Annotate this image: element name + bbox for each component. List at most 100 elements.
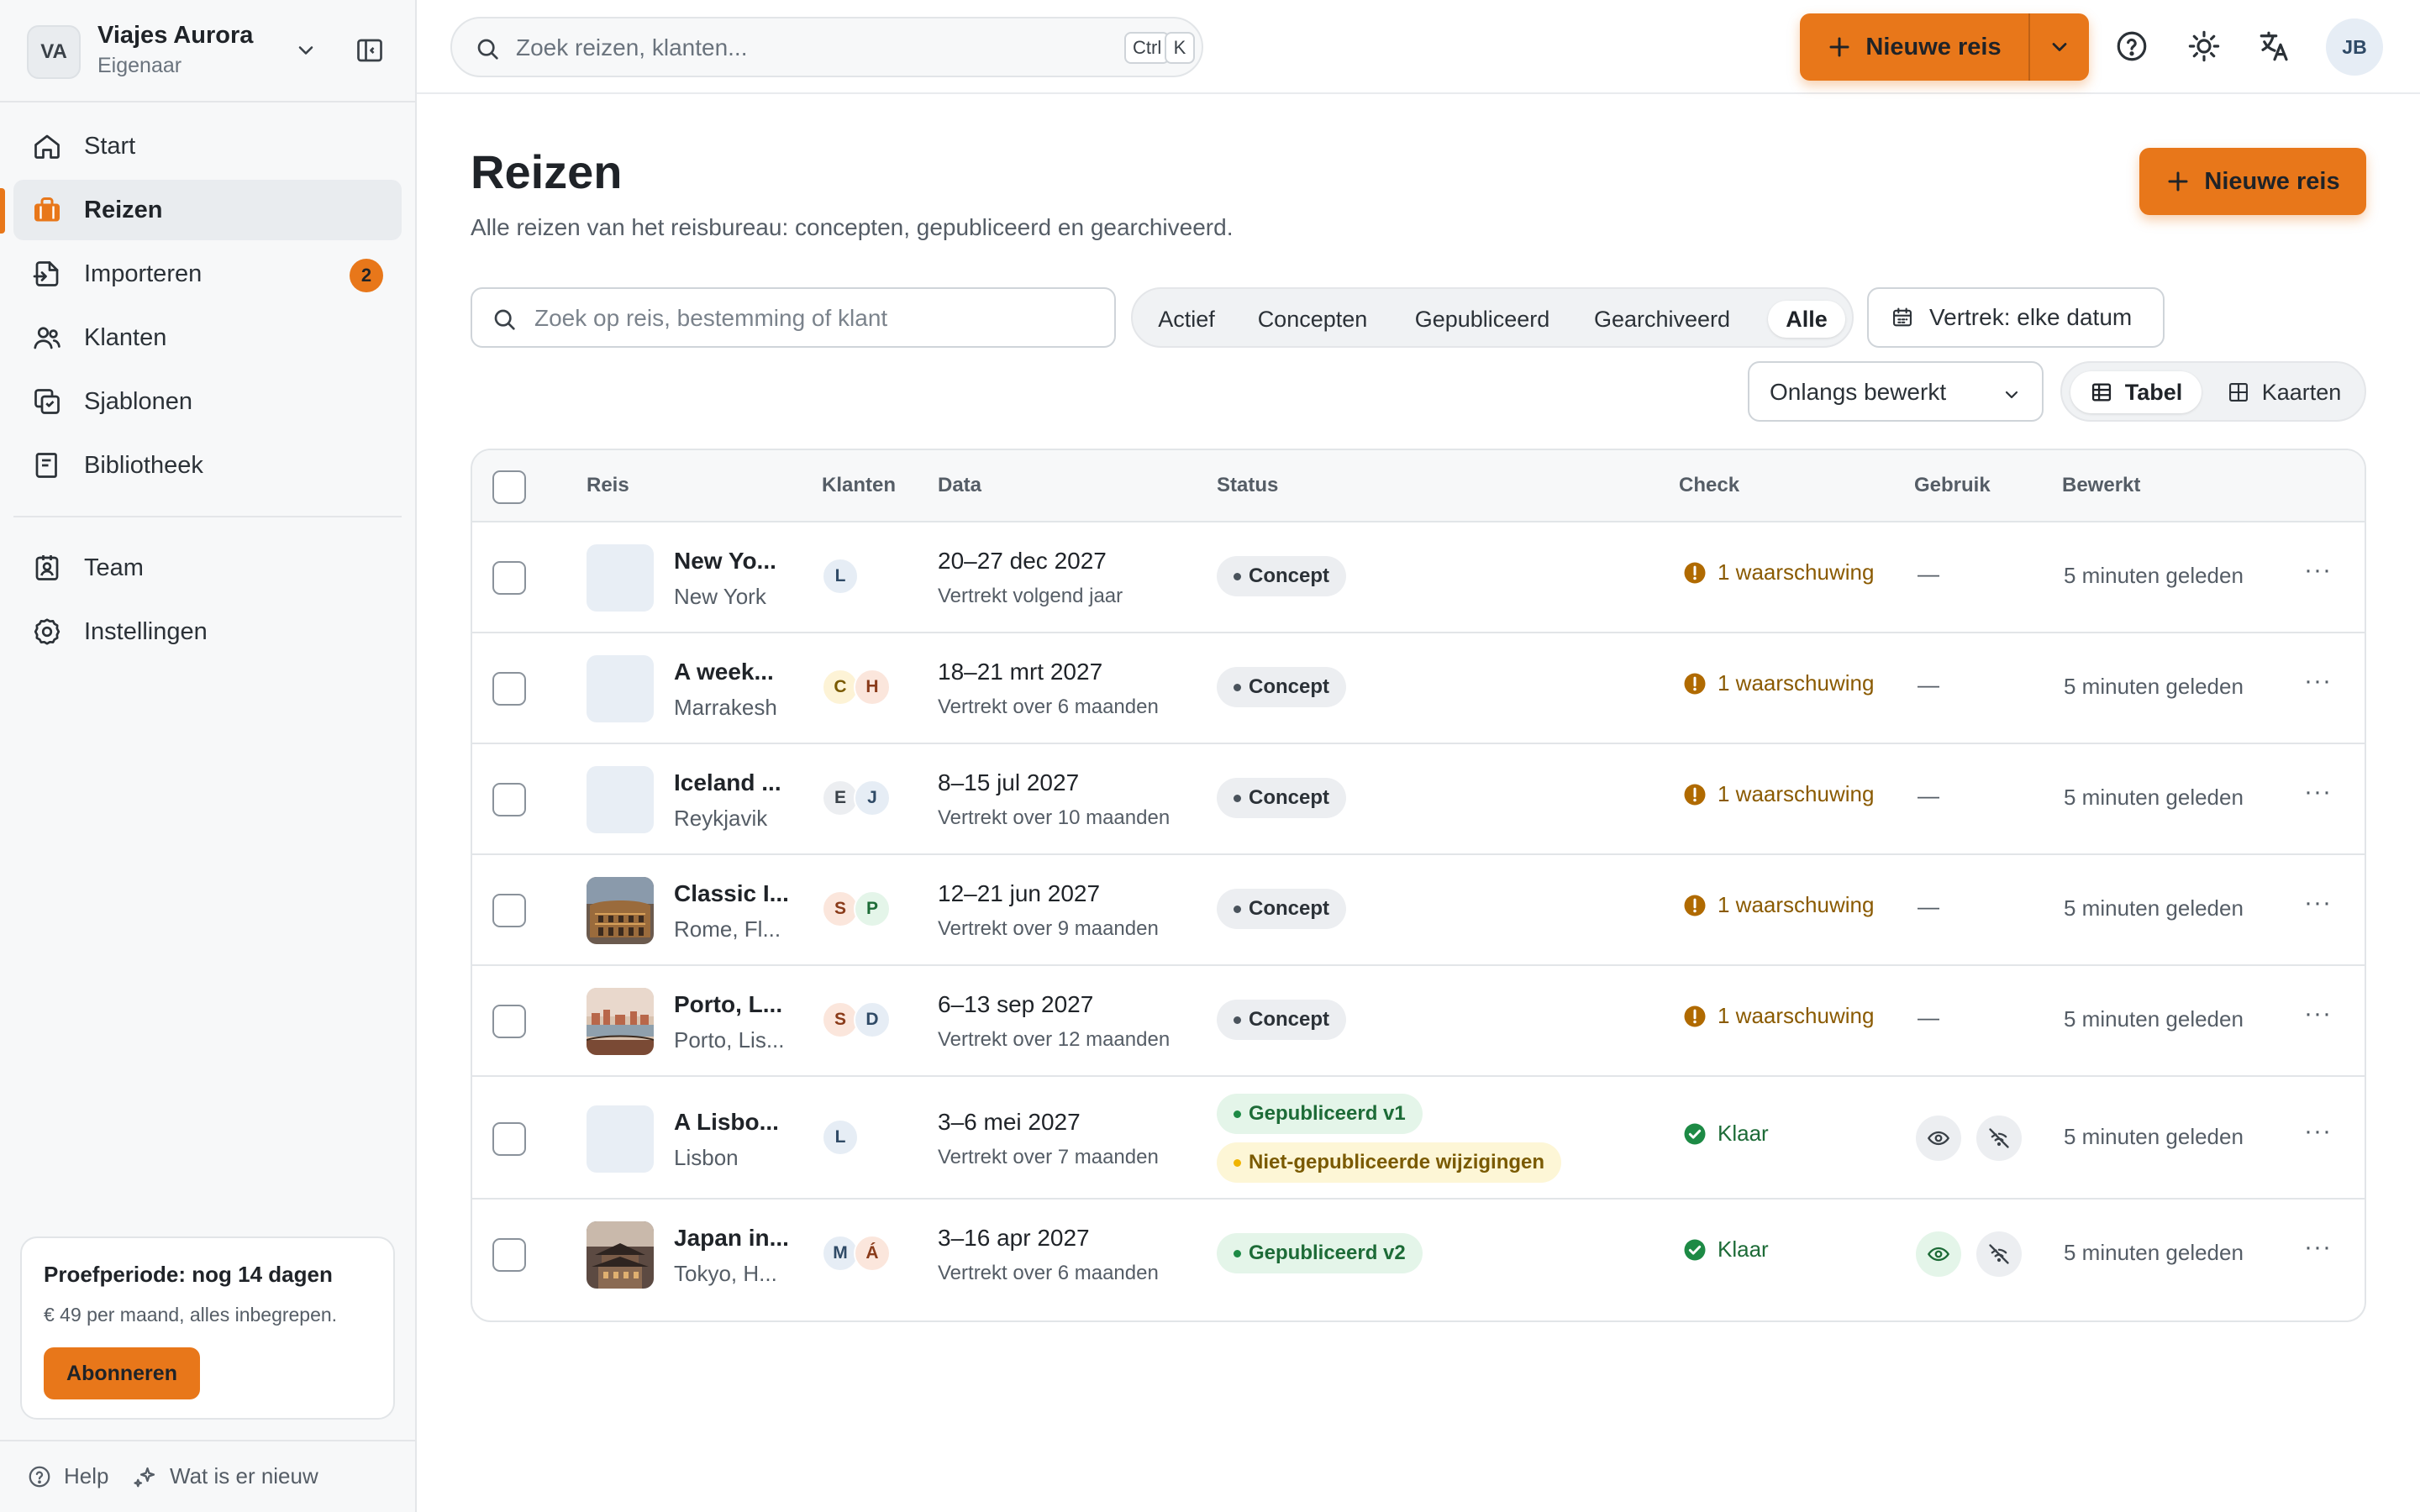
row-more-button[interactable]: ··· (2304, 1117, 2332, 1146)
offline-toggle-button[interactable] (1976, 1116, 2022, 1161)
row-more-button[interactable]: ··· (2304, 778, 2332, 806)
view-table-button[interactable]: Tabel (2070, 371, 2202, 413)
row-checkbox[interactable] (492, 894, 526, 927)
table-row[interactable]: Classic I... Rome, Fl... S P 12–21 jun 2… (472, 855, 2365, 966)
sidebar-item-start[interactable]: Start (13, 116, 402, 176)
sidebar-item-trips[interactable]: Reizen (13, 180, 402, 240)
check-warning[interactable]: 1 waarschuwing (1682, 781, 1874, 807)
trip-destination: Marrakesh (674, 695, 777, 720)
global-search-input[interactable]: Zoek reizen, klanten... Ctrl K (450, 17, 1203, 77)
select-all-checkbox[interactable] (492, 470, 526, 504)
table-row[interactable]: Iceland ... Reykjavik E J 8–15 jul 2027 … (472, 744, 2365, 855)
sidebar-item-settings[interactable]: Instellingen (13, 601, 402, 662)
sidebar-item-team[interactable]: Team (13, 538, 402, 598)
sidebar-item-templates[interactable]: Sjablonen (13, 371, 402, 432)
column-dates[interactable]: Data (938, 474, 981, 497)
tab-archived[interactable]: Gearchiveerd (1578, 301, 1746, 338)
subscribe-button[interactable]: Abonneren (44, 1347, 200, 1399)
row-checkbox[interactable] (492, 672, 526, 706)
table-row[interactable]: New Yo... New York L 20–27 dec 2027 Vert… (472, 522, 2365, 633)
trip-thumbnail (587, 988, 654, 1055)
translate-icon[interactable] (2257, 29, 2292, 64)
trip-search-placeholder: Zoek op reis, bestemming of klant (534, 305, 888, 331)
check-warning[interactable]: 1 waarschuwing (1682, 892, 1874, 918)
column-usage[interactable]: Gebruik (1914, 474, 1991, 497)
sidebar-item-label: Importeren (84, 260, 203, 287)
workspace-switcher[interactable]: VA Viajes Aurora Eigenaar (27, 20, 397, 81)
sidebar-item-library[interactable]: Bibliotheek (13, 435, 402, 496)
view-cards-button[interactable]: Kaarten (2210, 371, 2358, 413)
new-trip-page-button[interactable]: Nieuwe reis (2139, 148, 2366, 215)
trip-title[interactable]: A week... (674, 659, 774, 685)
client-avatar: D (854, 1001, 891, 1038)
sort-select[interactable]: Onlangs bewerkt (1748, 361, 2044, 422)
help-link[interactable]: Help (27, 1463, 108, 1489)
trip-dates: 18–21 mrt 2027 (938, 659, 1103, 685)
tab-published[interactable]: Gepubliceerd (1400, 301, 1565, 338)
user-avatar[interactable]: JB (2326, 18, 2383, 76)
edited-time: 5 minuten geleden (2064, 1124, 2244, 1149)
trip-title[interactable]: Iceland ... (674, 769, 781, 796)
sidebar-item-clients[interactable]: Klanten (13, 307, 402, 368)
trip-title[interactable]: Classic I... (674, 880, 789, 907)
column-edited[interactable]: Bewerkt (2062, 474, 2140, 497)
trip-title[interactable]: Japan in... (674, 1225, 789, 1252)
users-icon (34, 327, 60, 349)
row-more-button[interactable]: ··· (2304, 667, 2332, 696)
tab-active[interactable]: Actief (1144, 301, 1228, 338)
usage-empty: — (1918, 783, 1939, 808)
new-trip-button[interactable]: Nieuwe reis (1800, 13, 2028, 81)
trip-departure-relative: Vertrekt over 10 maanden (938, 806, 1171, 829)
trip-thumbnail (587, 544, 654, 612)
column-status[interactable]: Status (1217, 474, 1278, 497)
table-row[interactable]: Porto, L... Porto, Lis... S D 6–13 sep 2… (472, 966, 2365, 1077)
new-trip-dropdown-button[interactable] (2030, 13, 2089, 81)
table-row[interactable]: A Lisbo... Lisbon L 3–6 mei 2027 Vertrek… (472, 1077, 2365, 1200)
row-checkbox[interactable] (492, 561, 526, 595)
check-warning[interactable]: 1 waarschuwing (1682, 670, 1874, 696)
page-subtitle: Alle reizen van het reisbureau: concepte… (471, 214, 1234, 240)
sun-icon[interactable] (2186, 29, 2222, 64)
row-more-button[interactable]: ··· (2304, 1233, 2332, 1262)
trip-dates: 20–27 dec 2027 (938, 548, 1107, 574)
sidebar-collapse-icon[interactable] (355, 35, 385, 66)
whats-new-link[interactable]: Wat is er nieuw (133, 1463, 318, 1489)
help-circle-icon[interactable] (2114, 29, 2149, 64)
column-check[interactable]: Check (1679, 474, 1739, 497)
row-checkbox[interactable] (492, 1238, 526, 1272)
colosseum-photo (587, 877, 654, 944)
check-warning[interactable]: 1 waarschuwing (1682, 1003, 1874, 1029)
edited-time: 5 minuten geleden (2064, 895, 2244, 921)
check-warning[interactable]: 1 waarschuwing (1682, 559, 1874, 585)
help-circle-icon (29, 1466, 50, 1487)
row-more-button[interactable]: ··· (2304, 1000, 2332, 1028)
preview-button[interactable] (1916, 1231, 1961, 1277)
departure-filter-label: Vertrek: elke datum (1929, 304, 2133, 330)
row-checkbox[interactable] (492, 1122, 526, 1156)
table-row[interactable]: A week... Marrakesh C H 18–21 mrt 2027 V… (472, 633, 2365, 744)
client-avatar: L (822, 558, 859, 595)
tab-all[interactable]: Alle (1768, 301, 1845, 338)
trip-search-input[interactable]: Zoek op reis, bestemming of klant (471, 287, 1116, 348)
row-more-button[interactable]: ··· (2304, 889, 2332, 917)
trip-title[interactable]: A Lisbo... (674, 1109, 779, 1136)
row-checkbox[interactable] (492, 1005, 526, 1038)
departure-date-filter[interactable]: Vertrek: elke datum (1867, 287, 2165, 348)
column-clients[interactable]: Klanten (822, 474, 896, 497)
row-more-button[interactable]: ··· (2304, 556, 2332, 585)
preview-button[interactable] (1916, 1116, 1961, 1161)
tab-concepts[interactable]: Concepten (1242, 301, 1383, 338)
check-label: 1 waarschuwing (1718, 670, 1875, 696)
offline-toggle-button[interactable] (1976, 1231, 2022, 1277)
shortcut-key-ctrl: Ctrl (1124, 32, 1171, 64)
sidebar-item-import[interactable]: Importeren 2 (13, 244, 402, 304)
chevron-down-icon (2005, 391, 2018, 399)
column-trip[interactable]: Reis (587, 474, 629, 497)
row-checkbox[interactable] (492, 783, 526, 816)
check-ready: Klaar (1682, 1121, 1769, 1147)
table-row[interactable]: Japan in... Tokyo, H... M Á 3–16 apr 202… (472, 1200, 2365, 1320)
top-bar: Zoek reizen, klanten... Ctrl K Nieuwe re… (417, 0, 2420, 94)
trip-title[interactable]: New Yo... (674, 548, 776, 575)
trip-title[interactable]: Porto, L... (674, 991, 782, 1018)
check-label: Klaar (1718, 1121, 1769, 1146)
